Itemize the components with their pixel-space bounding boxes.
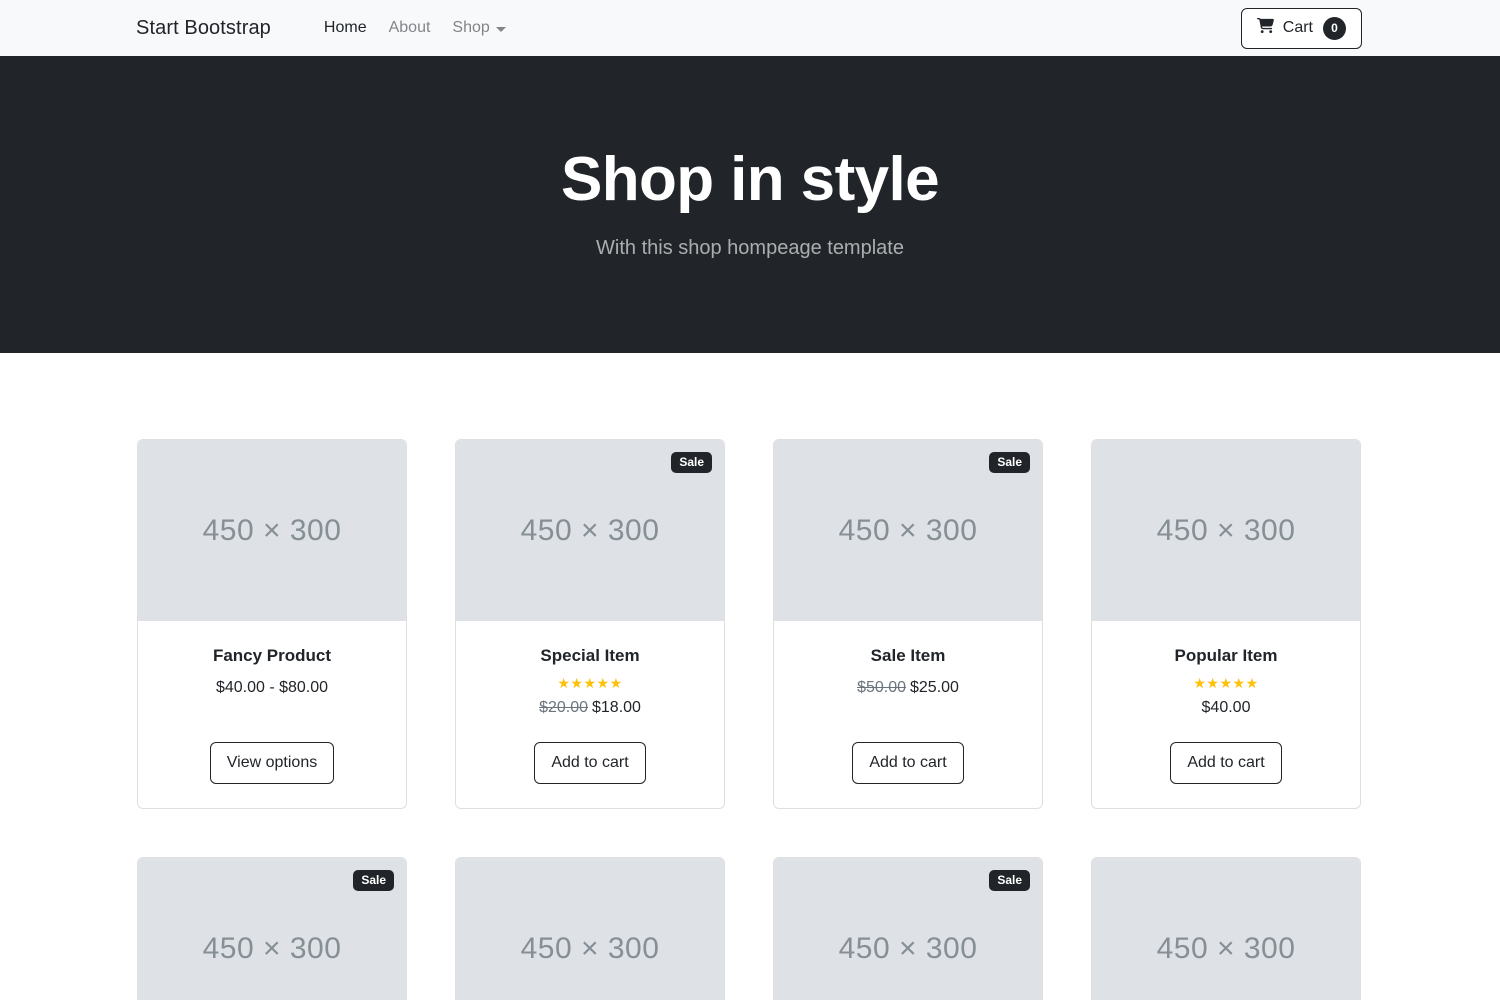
product-current-price: $40.00 - $80.00 <box>215 679 329 697</box>
nav-links: Home About Shop <box>313 19 517 37</box>
placeholder-dimensions-label: 450 × 300 <box>1156 931 1296 965</box>
nav-item-home-label: Home <box>323 19 367 36</box>
product-image-placeholder: 450 × 300 <box>138 440 406 621</box>
product-card-body: Popular Item ★★★★★ $40.00 <box>1092 621 1360 720</box>
placeholder-dimensions-label: 450 × 300 <box>520 931 660 965</box>
hero-section: Shop in style With this shop hompeage te… <box>0 56 1500 353</box>
products-section: 450 × 300 Fancy Product $40.00 - $80.00 Vie… <box>0 353 1500 1000</box>
product-card-footer: Add to cart <box>774 720 1042 808</box>
product-rating-stars: ★★★★★ <box>557 675 623 692</box>
product-name: Popular Item <box>1174 646 1278 665</box>
product-action-button[interactable]: Add to cart <box>1170 742 1282 785</box>
product-price: $40.00 - $80.00 <box>154 676 390 700</box>
product-grid: 450 × 300 Fancy Product $40.00 - $80.00 Vie… <box>137 439 1363 1000</box>
product-price: $20.00 $18.00 <box>472 696 708 720</box>
brand-logo[interactable]: Start Bootstrap <box>136 17 271 40</box>
product-card: Sale 450 × 300 Special Item ★★★★★ $20.00 $18.… <box>455 439 725 810</box>
product-action-button[interactable]: View options <box>209 742 335 785</box>
sale-badge: Sale <box>671 452 712 474</box>
product-image-placeholder: 450 × 300 <box>456 858 724 1000</box>
product-card-footer: Add to cart <box>1092 720 1360 808</box>
nav-item-about-label: About <box>388 19 431 36</box>
product-card: Sale 450 × 300 Sale Item $50.00 $25.00 Add to… <box>773 439 1043 810</box>
product-card: 450 × 300 Popular Item ★★★★★ $40.00 Add to c… <box>1091 439 1361 810</box>
product-card-footer: Add to cart <box>456 720 724 808</box>
product-old-price: $20.00 <box>539 699 588 717</box>
product-image-placeholder: 450 × 300 <box>1092 440 1360 621</box>
shopping-cart-icon <box>1256 17 1274 39</box>
product-action-button[interactable]: Add to cart <box>534 742 646 785</box>
page-title: Shop in style <box>560 145 940 215</box>
product-old-price: $50.00 <box>857 679 906 697</box>
product-rating-stars: ★★★★★ <box>1193 675 1259 692</box>
product-card-body: Sale Item $50.00 $25.00 <box>774 621 1042 700</box>
nav-item-shop-label: Shop <box>452 19 490 36</box>
sale-badge: Sale <box>989 452 1030 474</box>
placeholder-dimensions-label: 450 × 300 <box>202 513 342 547</box>
main-navbar: Start Bootstrap Home About Shop Cart 0 <box>0 0 1500 56</box>
product-card: 450 × 300 <box>1091 857 1361 1000</box>
nav-item-home[interactable]: Home <box>313 19 378 37</box>
chevron-down-icon <box>495 26 506 32</box>
product-price: $40.00 <box>1108 696 1344 720</box>
product-card: 450 × 300 <box>455 857 725 1000</box>
product-card: Sale 450 × 300 <box>773 857 1043 1000</box>
product-card: 450 × 300 Fancy Product $40.00 - $80.00 Vie… <box>137 439 407 810</box>
product-card-body: Fancy Product $40.00 - $80.00 <box>138 621 406 700</box>
product-action-button[interactable]: Add to cart <box>852 742 964 785</box>
product-current-price: $18.00 <box>592 699 641 717</box>
product-card: Sale 450 × 300 <box>137 857 407 1000</box>
page-subtitle: With this shop hompeage template <box>596 236 904 259</box>
product-name: Special Item <box>540 646 640 665</box>
placeholder-dimensions-label: 450 × 300 <box>1156 513 1296 547</box>
product-card-footer: View options <box>138 720 406 808</box>
product-card-body: Special Item ★★★★★ $20.00 $18.00 <box>456 621 724 720</box>
product-name: Sale Item <box>870 646 946 665</box>
placeholder-dimensions-label: 450 × 300 <box>520 513 660 547</box>
product-current-price: $25.00 <box>910 679 959 697</box>
placeholder-dimensions-label: 450 × 300 <box>838 931 978 965</box>
product-name: Fancy Product <box>212 646 332 665</box>
product-price: $50.00 $25.00 <box>790 676 1026 700</box>
nav-item-about[interactable]: About <box>378 19 442 37</box>
cart-button-label: Cart <box>1282 19 1313 36</box>
nav-item-shop[interactable]: Shop <box>441 19 516 37</box>
sale-badge: Sale <box>353 870 394 892</box>
placeholder-dimensions-label: 450 × 300 <box>838 513 978 547</box>
cart-button[interactable]: Cart 0 <box>1240 7 1362 49</box>
placeholder-dimensions-label: 450 × 300 <box>202 931 342 965</box>
product-image-placeholder: 450 × 300 <box>1092 858 1360 1000</box>
product-current-price: $40.00 <box>1201 699 1251 717</box>
sale-badge: Sale <box>989 870 1030 892</box>
cart-count-badge: 0 <box>1323 16 1346 40</box>
